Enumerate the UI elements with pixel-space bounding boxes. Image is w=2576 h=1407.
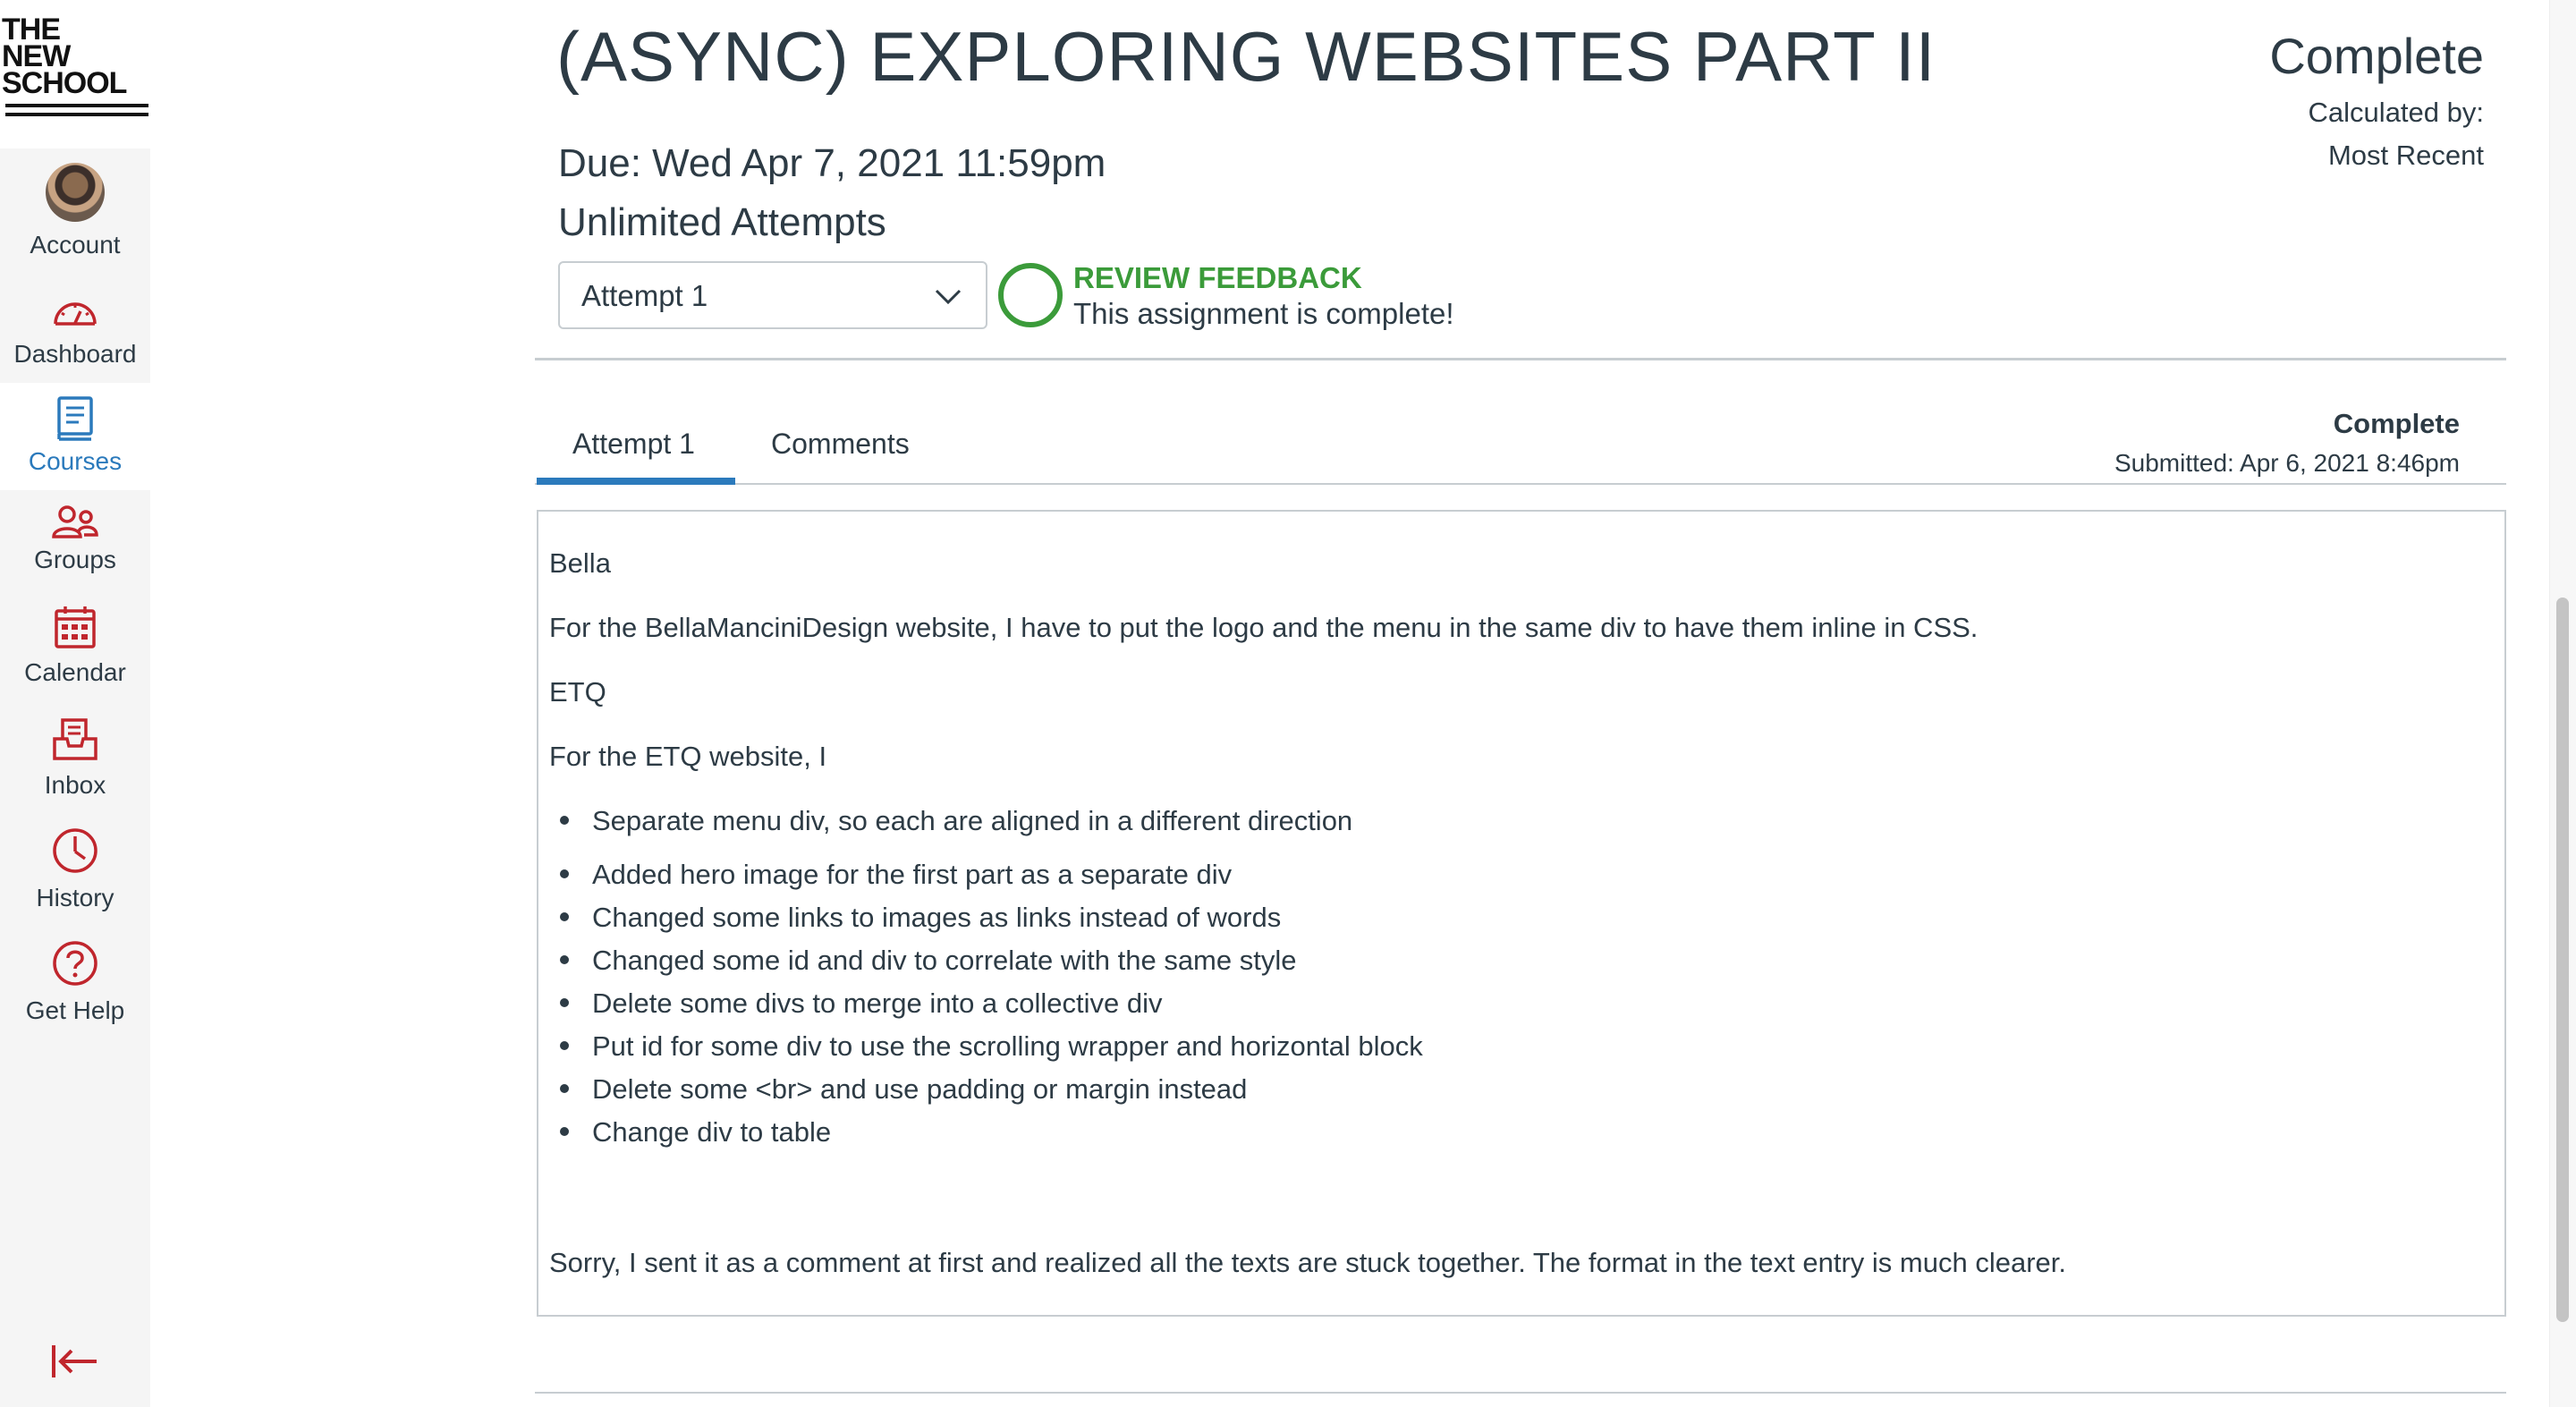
header-divider	[535, 358, 2506, 360]
assignment-title: (ASYNC) EXPLORING WEBSITES PART II	[556, 17, 1936, 96]
nav-item-inbox[interactable]: Inbox	[0, 710, 150, 823]
list-item: Added hero image for the first part as a…	[560, 859, 1232, 891]
list-item: Delete some <br> and use padding or marg…	[560, 1073, 1247, 1106]
nav-label-calendar: Calendar	[24, 658, 126, 686]
chevron-down-icon	[935, 289, 962, 305]
nav-item-get-help[interactable]: Get Help	[0, 936, 150, 1048]
inbox-icon	[53, 718, 97, 760]
tabs-divider	[535, 483, 2506, 485]
school-logo[interactable]: THE NEW SCHOOL	[0, 0, 150, 148]
nav-label-groups: Groups	[34, 546, 116, 573]
list-item: Changed some links to images as links in…	[560, 902, 1281, 934]
tab-attempt-1[interactable]: Attempt 1	[572, 428, 695, 461]
submitted-date: Submitted: Apr 6, 2021 8:46pm	[2114, 449, 2460, 477]
grade-status: Complete	[2269, 28, 2484, 84]
tab-comments[interactable]: Comments	[771, 428, 910, 461]
logo-rule	[5, 104, 148, 107]
paragraph: For the BellaManciniDesign website, I ha…	[549, 612, 1979, 643]
attempt-select[interactable]: Attempt 1	[558, 261, 987, 329]
nav-label-dashboard: Dashboard	[13, 340, 137, 368]
attempts-allowed: Unlimited Attempts	[558, 200, 886, 244]
attempt-select-value: Attempt 1	[581, 279, 708, 312]
paragraph: For the ETQ website, I	[549, 741, 827, 772]
nav-item-account[interactable]: Account	[0, 150, 150, 259]
list-item: Changed some id and div to correlate wit…	[560, 945, 1296, 977]
collapse-nav-icon[interactable]	[50, 1342, 100, 1381]
nav-item-dashboard[interactable]: Dashboard	[0, 258, 150, 383]
footer-divider	[535, 1392, 2506, 1394]
help-icon	[53, 941, 97, 986]
nav-label-courses: Courses	[28, 447, 123, 475]
paragraph: Bella	[549, 547, 611, 579]
dashboard-icon	[54, 302, 97, 326]
nav-item-courses[interactable]: Courses	[0, 383, 150, 490]
due-date: Due: Wed Apr 7, 2021 11:59pm	[558, 141, 1106, 185]
nav-item-calendar[interactable]: Calendar	[0, 598, 150, 710]
calculated-by-label: Calculated by:	[2308, 97, 2484, 128]
logo-line-3: SCHOOL	[2, 66, 127, 100]
list-item: Put id for some div to use the scrolling…	[560, 1030, 1423, 1063]
submission-status: Complete	[2333, 408, 2460, 439]
nav-label-history: History	[36, 884, 114, 911]
nav-label-inbox: Inbox	[44, 771, 106, 799]
groups-icon	[52, 505, 98, 538]
nav-item-history[interactable]: History	[0, 823, 150, 936]
global-nav: THE NEW SCHOOL Account Dashboard Courses…	[0, 0, 150, 1407]
nav-item-groups[interactable]: Groups	[0, 490, 150, 598]
paragraph: ETQ	[549, 676, 606, 708]
completion-ring-icon	[998, 263, 1063, 327]
calculated-by-value: Most Recent	[2327, 140, 2484, 171]
nav-label-account: Account	[30, 231, 121, 259]
nav-label-get-help: Get Help	[25, 996, 125, 1024]
list-item: Delete some divs to merge into a collect…	[560, 987, 1163, 1020]
active-tab-indicator	[537, 478, 735, 485]
list-item: Change div to table	[560, 1116, 831, 1148]
closing-paragraph: Sorry, I sent it as a comment at first a…	[549, 1247, 2066, 1278]
assignment-complete-message: This assignment is complete!	[1073, 297, 1454, 330]
list-item: Separate menu div, so each are aligned i…	[560, 805, 1352, 837]
scrollbar-thumb[interactable]	[2556, 598, 2569, 1322]
avatar	[46, 163, 105, 222]
history-icon	[53, 828, 97, 873]
courses-icon	[57, 396, 93, 441]
review-feedback-link[interactable]: REVIEW FEEDBACK	[1073, 261, 1362, 295]
calendar-icon	[55, 606, 96, 648]
logo-rule	[5, 113, 148, 116]
